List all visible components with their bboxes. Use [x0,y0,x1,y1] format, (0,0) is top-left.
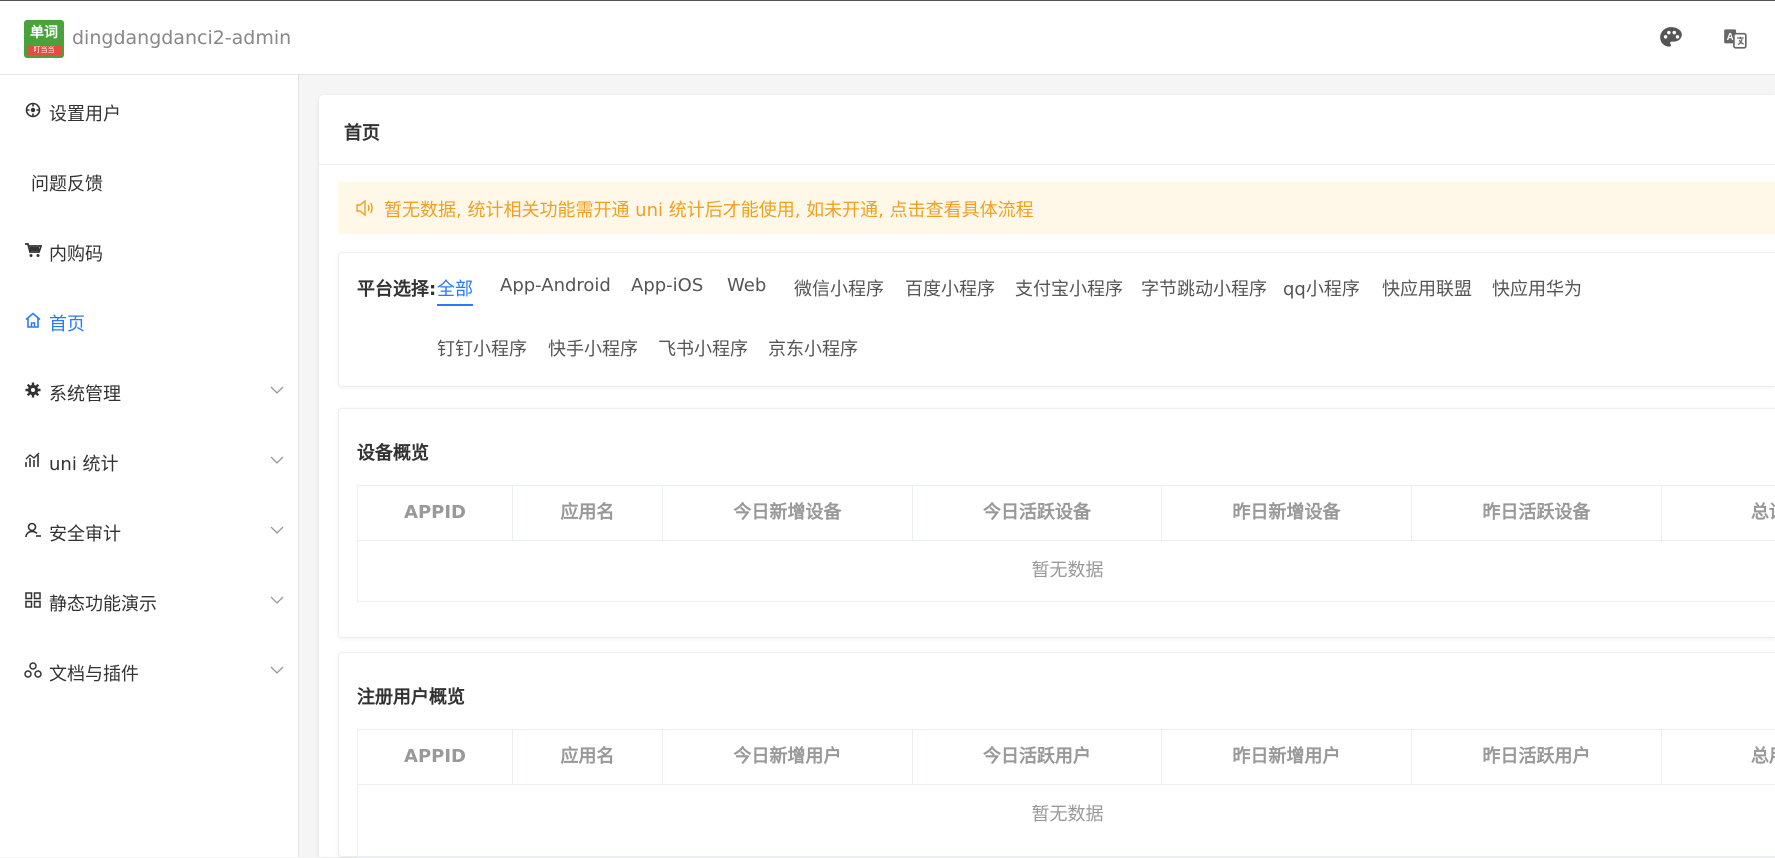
table-header: APPID 应用名 今日新增用户 今日活跃用户 昨日新增用户 昨日活跃用户 总用… [358,730,1775,785]
sidebar-item-security-audit[interactable]: 安全审计 [0,511,299,551]
platform-tab-web[interactable]: Web [727,275,766,296]
chevron-down-icon [270,596,284,604]
platform-tab-alipay[interactable]: 支付宝小程序 [1015,275,1123,301]
platform-tab-weixin[interactable]: 微信小程序 [794,275,884,301]
sidebar-item-label: 静态功能演示 [49,594,157,615]
chevron-down-icon [270,456,284,464]
platform-label: 平台选择: [357,279,437,300]
sidebar-item-static-demo[interactable]: 静态功能演示 [0,581,299,621]
platform-tab-kuaishou[interactable]: 快手小程序 [548,335,638,361]
sidebar-item-uni-stats[interactable]: uni 统计 [0,441,299,481]
device-overview-title: 设备概览 [357,443,429,464]
app-title: dingdangdanci2-admin [72,27,292,49]
platform-tab-app-ios[interactable]: App-iOS [631,275,703,296]
main-panel: 首页 暂无数据, 统计相关功能需开通 uni 统计后才能使用, 如未开通, 点击… [319,95,1775,858]
cart-icon [25,243,42,257]
table-header-cell: 今日活跃用户 [913,730,1162,784]
sidebar-item-home[interactable]: 首页 [0,301,299,341]
platform-tab-jd[interactable]: 京东小程序 [768,335,858,361]
table-header-cell: 应用名 [513,486,663,540]
user-overview-table: APPID 应用名 今日新增用户 今日活跃用户 昨日新增用户 昨日活跃用户 总用… [357,729,1775,858]
svg-text:A: A [1727,32,1734,43]
plugin-icon [24,662,42,678]
table-header-cell: APPID [358,730,513,784]
sidebar-item-settings-user[interactable]: 设置用户 [0,91,299,131]
gear-icon [25,382,41,398]
table-header-cell: 总用户数 [1751,746,1775,767]
notice-bar[interactable]: 暂无数据, 统计相关功能需开通 uni 统计后才能使用, 如未开通, 点击查看具… [338,182,1775,234]
device-overview-table: APPID 应用名 今日新增设备 今日活跃设备 昨日新增设备 昨日活跃设备 总设… [357,485,1775,602]
table-header-cell: 今日活跃设备 [913,486,1162,540]
chevron-down-icon [270,386,284,394]
settings-user-icon [25,102,41,118]
sidebar-item-label: 文档与插件 [49,664,139,685]
platform-tab-feishu[interactable]: 飞书小程序 [658,335,748,361]
table-header-cell: 昨日新增用户 [1162,730,1412,784]
platform-selector: 平台选择: 全部 App-Android App-iOS Web 微信小程序 百… [338,252,1775,387]
grid-icon [25,592,41,608]
palette-icon[interactable] [1658,25,1684,51]
table-header-cell: 昨日活跃设备 [1412,486,1662,540]
sidebar-item-system[interactable]: 系统管理 [0,371,299,411]
platform-tab-baidu[interactable]: 百度小程序 [905,275,995,301]
platform-tab-dingtalk[interactable]: 钉钉小程序 [437,335,527,361]
sidebar-item-label: uni 统计 [49,454,119,475]
table-header-cell: 今日新增设备 [663,486,913,540]
stats-icon [25,452,40,467]
sidebar-item-label: 安全审计 [49,524,121,545]
platform-tab-bytedance[interactable]: 字节跳动小程序 [1141,275,1267,301]
top-bar: 单词 叮当当 dingdangdanci2-admin A [0,0,1775,75]
notice-text: 暂无数据, 统计相关功能需开通 uni 统计后才能使用, 如未开通, 点击查看具… [384,200,1034,221]
device-overview-card: 设备概览 APPID 应用名 今日新增设备 今日活跃设备 昨日新增设备 昨日活跃… [338,408,1775,638]
platform-tab-app-android[interactable]: App-Android [500,275,611,296]
sidebar-item-label: 设置用户 [49,104,121,125]
sidebar-item-label: 首页 [49,314,85,335]
app-logo[interactable]: 单词 叮当当 [24,20,64,58]
table-header-cell: 昨日活跃用户 [1412,730,1662,784]
platform-tab-quickapp-huawei[interactable]: 快应用华为 [1492,275,1582,301]
empty-state: 暂无数据 [1031,560,1104,581]
platform-tab-qq[interactable]: qq小程序 [1283,275,1360,301]
table-header-cell: 昨日新增设备 [1162,486,1412,540]
table-header-cell: 应用名 [513,730,663,784]
user-audit-icon [25,522,41,538]
table-header-cell: APPID [358,486,513,540]
table-header-cell: 今日新增用户 [663,730,913,784]
sidebar-item-label: 系统管理 [49,384,121,405]
user-overview-title: 注册用户概览 [357,687,465,708]
table-header-cell: 总设备数 [1751,502,1775,523]
user-overview-card: 注册用户概览 APPID 应用名 今日新增用户 今日活跃用户 昨日新增用户 昨日… [338,652,1775,858]
logo-subtext: 叮当当 [27,45,61,55]
sidebar-item-label: 内购码 [49,244,103,265]
page-header: 首页 [319,95,1775,165]
chevron-down-icon [270,526,284,534]
speaker-icon [356,199,373,217]
page-title: 首页 [344,123,380,144]
logo-text: 单词 [30,25,58,41]
sidebar-item-purchase-code[interactable]: 内购码 [0,231,299,271]
sidebar-item-feedback[interactable]: 问题反馈 [0,161,299,201]
sidebar-item-docs-plugins[interactable]: 文档与插件 [0,651,299,691]
sidebar-item-label: 问题反馈 [31,174,103,195]
sidebar: 设置用户 问题反馈 内购码 首页 系统管理 uni 统计 安全审计 静态功能演示… [0,75,299,857]
home-icon [25,312,41,328]
table-header: APPID 应用名 今日新增设备 今日活跃设备 昨日新增设备 昨日活跃设备 总设… [358,486,1775,541]
translate-icon[interactable]: A [1722,25,1748,51]
platform-tab-all[interactable]: 全部 [437,275,473,306]
empty-state: 暂无数据 [1031,804,1104,825]
chevron-down-icon [270,666,284,674]
platform-tab-quickapp-union[interactable]: 快应用联盟 [1382,275,1472,301]
